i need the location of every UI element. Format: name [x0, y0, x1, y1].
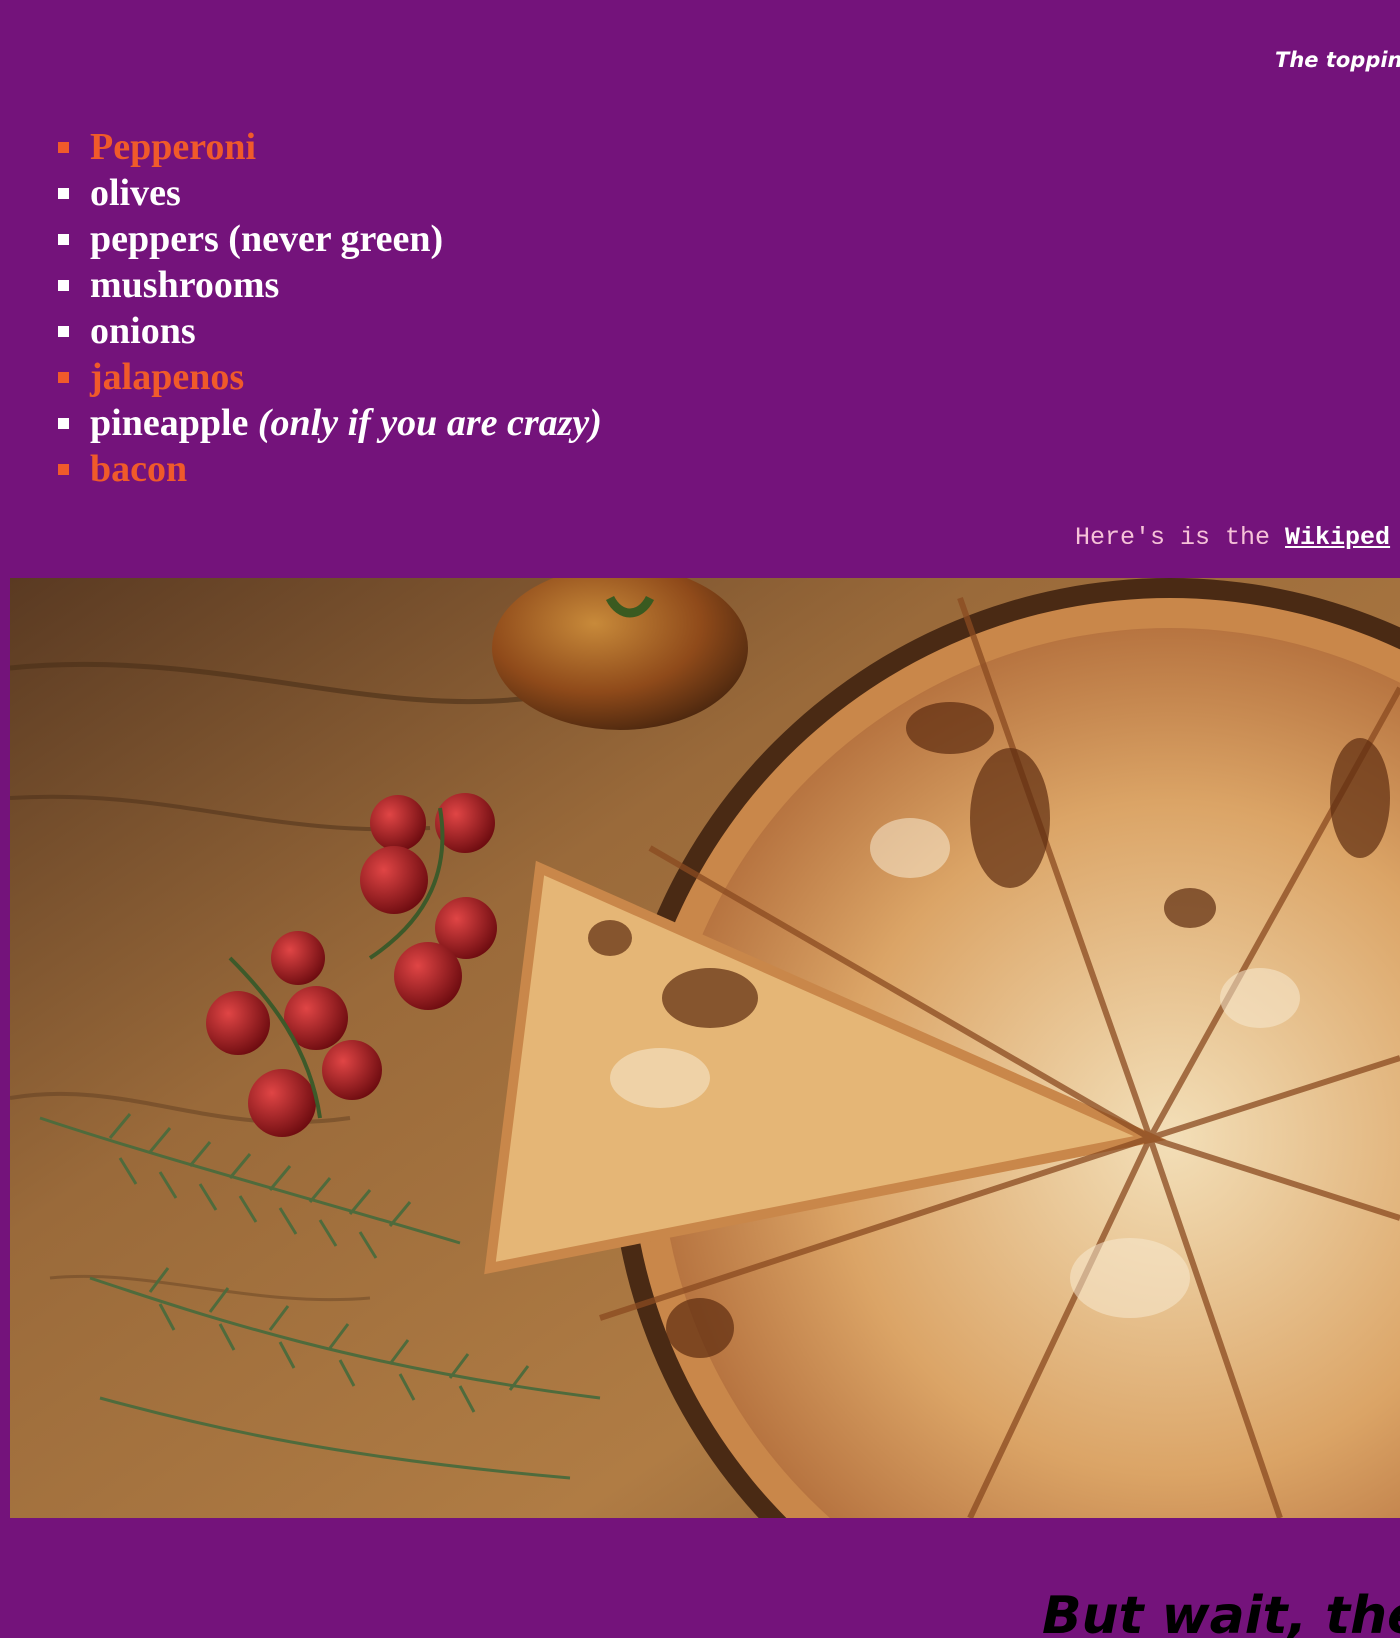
square-bullet-icon: [58, 234, 69, 245]
footer-heading: But wait, the: [1042, 1586, 1400, 1638]
pizza-illustration: [10, 578, 1400, 1518]
topping-label: onions: [90, 310, 196, 352]
topping-item-bacon: bacon: [58, 446, 602, 492]
topping-label: peppers (never green): [90, 218, 444, 260]
square-bullet-icon: [58, 464, 69, 475]
square-bullet-icon: [58, 188, 69, 199]
page: The toppin Pepperoni olives peppers (nev…: [0, 0, 1400, 1638]
toppings-list: Pepperoni olives peppers (never green) m…: [58, 124, 602, 492]
square-bullet-icon: [58, 142, 69, 153]
topping-label: jalapenos: [90, 356, 245, 398]
topping-item-onions: onions: [58, 308, 602, 354]
square-bullet-icon: [58, 280, 69, 291]
intro-text: The toppin: [1275, 48, 1400, 72]
topping-item-jalapenos: jalapenos: [58, 354, 602, 400]
pizza-photo: [10, 578, 1400, 1518]
topping-item-pineapple: pineapple (only if you are crazy): [58, 400, 602, 446]
wikipedia-line: Here's is the Wikiped: [1075, 523, 1390, 552]
topping-label: olives: [90, 172, 181, 214]
square-bullet-icon: [58, 326, 69, 337]
topping-label: pineapple: [90, 402, 249, 444]
topping-label: mushrooms: [90, 264, 280, 306]
topping-label: Pepperoni: [90, 126, 257, 168]
topping-item-peppers: peppers (never green): [58, 216, 602, 262]
wikipedia-link[interactable]: Wikiped: [1285, 523, 1390, 552]
wikipedia-line-prefix: Here's is the: [1075, 523, 1286, 552]
square-bullet-icon: [58, 372, 69, 383]
topping-label: bacon: [90, 448, 188, 490]
square-bullet-icon: [58, 418, 69, 429]
topping-item-mushrooms: mushrooms: [58, 262, 602, 308]
topping-item-pepperoni: Pepperoni: [58, 124, 602, 170]
topping-note: (only if you are crazy): [257, 402, 602, 444]
topping-item-olives: olives: [58, 170, 602, 216]
